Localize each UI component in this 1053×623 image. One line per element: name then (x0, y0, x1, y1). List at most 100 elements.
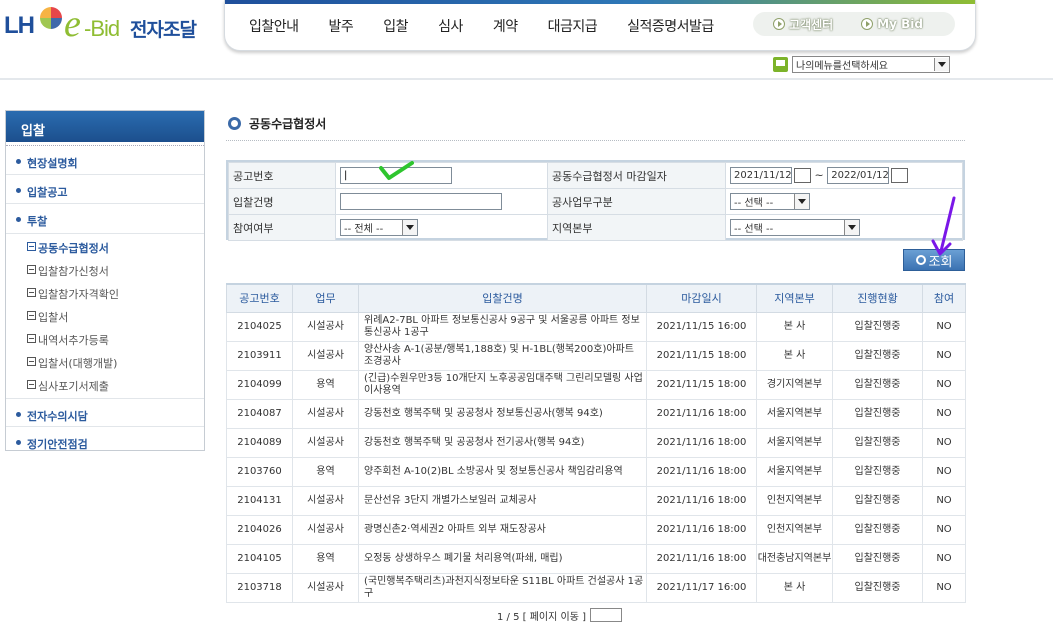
left-nav-title: 입찰 (6, 111, 204, 142)
cell-participation: NO (922, 340, 966, 371)
cell-deadline: 2021/11/16 18:00 (646, 398, 757, 429)
cell-region: 본 사 (756, 311, 833, 342)
gnb-item-certificate[interactable]: 실적증명서발급 (612, 16, 729, 36)
cell-bid-name[interactable]: 양산사송 A-1(공분/행복1,188호) 및 H-1BL(행복200호)아파트… (358, 340, 647, 371)
cell-participation: NO (922, 543, 966, 574)
bid-name-cell (335, 188, 548, 215)
region-select[interactable]: -- 선택 -- (730, 219, 860, 236)
lnb-sub-label: 입찰서 (38, 311, 69, 324)
lnb-item-safety-inspection[interactable]: 정기안전점검 (6, 427, 204, 456)
participation-select[interactable]: -- 전체 -- (340, 219, 418, 236)
cell-notice-no: 2104105 (226, 543, 293, 574)
table-row[interactable]: 2104099 용역 (긴급)수원우만3등 10개단지 노후공공임대주택 그린리모델… (226, 369, 966, 400)
gnb-item-review[interactable]: 심사 (423, 16, 478, 36)
table-row[interactable]: 2104025 시설공사 위례A2-7BL 아파트 정보통신공사 9공구 및 서울공… (226, 311, 966, 342)
table-row[interactable]: 2103911 시설공사 양산사송 A-1(공분/행복1,188호) 및 H-1BL… (226, 340, 966, 371)
calendar-icon[interactable] (794, 168, 811, 183)
col-header-notice-no: 공고번호 (226, 283, 293, 313)
cell-notice-no: 2104131 (226, 485, 293, 516)
bullet-icon (16, 217, 21, 222)
quick-links: 고객센터 My Bid (753, 12, 955, 36)
notice-no-label: 공고번호 (228, 162, 336, 189)
notice-no-value: | (344, 170, 348, 181)
cell-bid-name[interactable]: 강동천호 행복주택 및 공공청사 정보통신공사(행복 94호) (358, 398, 647, 429)
region-value: -- 선택 -- (734, 224, 774, 235)
table-row[interactable]: 2104105 용역 오정동 상생하우스 폐기물 처리용역(파쇄, 매립) 2021/… (226, 543, 966, 574)
cell-deadline: 2021/11/15 16:00 (646, 311, 757, 342)
cell-bid-name[interactable]: 광명신촌2·역세권2 아파트 외부 재도장공사 (358, 514, 647, 545)
lnb-sub-menu: 공동수급협정서 입찰참가신청서 입찰참가자격확인 입찰서 내역서추가등록 입찰서… (6, 233, 204, 398)
cell-participation: NO (922, 369, 966, 400)
cell-bid-name[interactable]: 문산선유 3단지 개별가스보일러 교체공사 (358, 485, 647, 516)
biz-type-select[interactable]: -- 선택 -- (730, 193, 810, 210)
my-bid-button[interactable]: My Bid (833, 17, 923, 31)
lnb-sub-bid-form-agency[interactable]: 입찰서(대행개발) (6, 350, 204, 373)
search-form: 공고번호 | 공동수급협정서 마감일자 2021/11/12 ~ 2022/01… (226, 160, 965, 241)
cell-status: 입찰진행중 (832, 572, 923, 603)
lnb-sub-eligibility-check[interactable]: 입찰참가자격확인 (6, 281, 204, 304)
bullet-icon (16, 159, 21, 164)
search-form-table: 공고번호 | 공동수급협정서 마감일자 2021/11/12 ~ 2022/01… (228, 162, 963, 241)
gnb-item-bid[interactable]: 입찰 (368, 16, 423, 36)
cell-bid-name[interactable]: 오정동 상생하우스 폐기물 처리용역(파쇄, 매립) (358, 543, 647, 574)
cell-bid-name[interactable]: 위례A2-7BL 아파트 정보통신공사 9공구 및 서울공릉 아파트 정보통신공… (358, 311, 647, 342)
cell-deadline: 2021/11/17 16:00 (646, 572, 757, 603)
lnb-sub-bid-form[interactable]: 입찰서 (6, 304, 204, 327)
biz-type-label: 공사업무구분 (547, 188, 726, 215)
search-icon (915, 255, 926, 265)
date-to-input[interactable]: 2022/01/12 (827, 167, 890, 184)
cell-region: 서울지역본부 (756, 456, 833, 487)
lnb-item-private-negotiation[interactable]: 전자수의시담 (6, 398, 204, 427)
gnb-item-payment[interactable]: 대금지급 (533, 16, 613, 36)
minus-square-icon (27, 334, 36, 343)
cell-status: 입찰진행중 (832, 514, 923, 545)
customer-center-button[interactable]: 고객센터 (753, 16, 833, 33)
table-row[interactable]: 2104131 시설공사 문산선유 3단지 개별가스보일러 교체공사 2021/11/… (226, 485, 966, 516)
lnb-sub-label: 입찰참가자격확인 (38, 288, 119, 301)
bullet-icon (16, 440, 21, 445)
participation-value: -- 전체 -- (344, 224, 384, 235)
table-row[interactable]: 2103718 시설공사 (국민행복주택리츠)과천지식정보타운 S11BL 아파트 … (226, 572, 966, 603)
cell-region: 본 사 (756, 340, 833, 371)
date-from-input[interactable]: 2021/11/12 (730, 167, 792, 184)
region-label: 지역본부 (547, 214, 726, 241)
cell-notice-no: 2104099 (226, 369, 293, 400)
my-bid-label: My Bid (877, 17, 923, 31)
cell-type: 시설공사 (292, 485, 359, 516)
chevron-down-icon (934, 58, 949, 71)
cell-bid-name[interactable]: 양주회천 A-10(2)BL 소방공사 및 정보통신공사 책임감리용역 (358, 456, 647, 487)
play-circle-icon (773, 18, 785, 30)
cell-bid-name[interactable]: (국민행복주택리츠)과천지식정보타운 S11BL 아파트 건설공사 1공구 (358, 572, 647, 603)
table-row[interactable]: 2104026 시설공사 광명신촌2·역세권2 아파트 외부 재도장공사 2021/1… (226, 514, 966, 545)
cell-bid-name[interactable]: 강동천호 행복주택 및 공공청사 전기공사(행복 94호) (358, 427, 647, 458)
lnb-item-tender[interactable]: 투찰 (6, 204, 204, 233)
cell-notice-no: 2103718 (226, 572, 293, 603)
lnb-sub-statement-register[interactable]: 내역서추가등록 (6, 327, 204, 350)
participation-cell: -- 전체 -- (335, 214, 548, 241)
deadline-label: 공동수급협정서 마감일자 (547, 162, 726, 189)
paging-text: 1 / 5 [ 페이지 이동 ] (497, 612, 586, 623)
bid-name-input[interactable] (340, 193, 502, 210)
cell-type: 시설공사 (292, 514, 359, 545)
lnb-sub-bid-application[interactable]: 입찰참가신청서 (6, 258, 204, 281)
gnb-item-bid-guide[interactable]: 입찰안내 (239, 16, 314, 36)
calendar-icon[interactable] (891, 168, 909, 183)
gnb-menu: 입찰안내 발주 입찰 심사 계약 대금지급 실적증명서발급 (239, 16, 729, 36)
table-row[interactable]: 2104087 시설공사 강동천호 행복주택 및 공공청사 정보통신공사(행복 94… (226, 398, 966, 429)
date-range-separator: ~ (814, 168, 824, 182)
cell-bid-name[interactable]: (긴급)수원우만3등 10개단지 노후공공임대주택 그린리모델링 사업 이사용역 (358, 369, 647, 400)
page-input[interactable] (589, 608, 622, 622)
lnb-sub-review-waiver[interactable]: 심사포기서제출 (6, 373, 204, 396)
lnb-item-site-briefing[interactable]: 현장설명회 (6, 146, 204, 175)
cell-type: 용역 (292, 543, 359, 574)
table-row[interactable]: 2104089 시설공사 강동천호 행복주택 및 공공청사 전기공사(행복 94호)… (226, 427, 966, 458)
cell-notice-no: 2104026 (226, 514, 293, 545)
lnb-item-bid-notice[interactable]: 입찰공고 (6, 175, 204, 204)
lnb-sub-joint-agreement[interactable]: 공동수급협정서 (6, 235, 204, 258)
gnb-item-order[interactable]: 발주 (314, 16, 369, 36)
table-row[interactable]: 2103760 용역 양주회천 A-10(2)BL 소방공사 및 정보통신공사 책임… (226, 456, 966, 487)
gnb-item-contract[interactable]: 계약 (478, 16, 533, 36)
my-menu-select[interactable]: 나의메뉴를선택하세요 (792, 56, 950, 73)
lh-ebid-logo[interactable]: LH e -Bid 전자조달 (4, 3, 204, 45)
bullet-icon (16, 412, 21, 417)
